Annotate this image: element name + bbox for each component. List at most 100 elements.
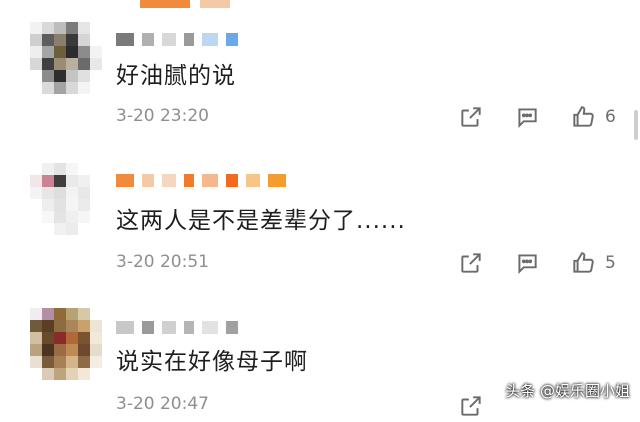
avatar-pixel [90,308,102,320]
username-block [202,320,218,334]
avatar-pixel [30,70,42,82]
avatar-pixel [54,22,66,34]
avatar-pixel [78,199,90,211]
avatar-pixel [30,46,42,58]
avatar-pixel [30,187,42,199]
avatar-pixel [66,320,78,332]
avatar-pixel [90,46,102,58]
avatar-pixel [54,34,66,46]
avatar-pixel [54,58,66,70]
comment-text: 说实在好像母子啊 [116,349,308,375]
like-count: 6 [605,107,616,127]
avatar-pixel [66,308,78,320]
avatar-pixel [66,46,78,58]
avatar-pixel [30,163,42,175]
avatar-pixel [78,46,90,58]
comment-icon[interactable] [511,247,543,279]
avatar-pixel [90,368,102,380]
avatar-pixel [90,163,102,175]
username-block [142,320,154,334]
avatar-pixel [30,368,42,380]
avatar-pixel [30,356,42,368]
avatar-pixel [42,58,54,70]
avatar-pixel [42,46,54,58]
avatar-pixel [78,34,90,46]
avatar-pixel [78,211,90,223]
avatar-pixel [66,175,78,187]
username-block [246,173,260,187]
avatar-pixel [90,58,102,70]
avatar[interactable] [30,22,102,94]
comment-actions: 6 [455,101,616,133]
avatar-pixel [54,344,66,356]
avatar[interactable] [30,308,102,380]
avatar-pixel [42,175,54,187]
avatar-pixel [42,368,54,380]
avatar-pixel [54,223,66,235]
username-block [226,32,238,46]
avatar-pixel [30,22,42,34]
avatar-pixel [78,82,90,94]
share-icon[interactable] [455,101,487,133]
share-icon[interactable] [455,247,487,279]
thumbs-up-icon[interactable] [567,247,599,279]
username-block [268,173,286,187]
avatar-pixel [90,82,102,94]
avatar-pixel [54,332,66,344]
avatar-pixel [66,22,78,34]
avatar-pixel [90,320,102,332]
avatar-pixel [90,223,102,235]
avatar-pixel [30,82,42,94]
avatar-pixel [54,199,66,211]
avatar-pixel [78,368,90,380]
username-block [162,173,176,187]
avatar-pixel [90,175,102,187]
username-block [202,32,218,46]
comment-icon[interactable] [511,101,543,133]
avatar-pixel [78,344,90,356]
avatar-pixel [42,344,54,356]
avatar-pixel [54,320,66,332]
username-blurred[interactable] [116,167,286,193]
username-blurred[interactable] [116,26,238,52]
avatar-pixel [42,223,54,235]
avatar-pixel [54,187,66,199]
avatar-pixel [90,187,102,199]
username-block [162,320,176,334]
thumbs-up-icon[interactable] [567,101,599,133]
avatar[interactable] [30,163,102,235]
avatar-pixel [30,320,42,332]
avatar-pixel [90,34,102,46]
avatar-pixel [66,187,78,199]
avatar-pixel [30,344,42,356]
avatar-pixel [90,211,102,223]
avatar-pixel [78,175,90,187]
avatar-pixel [54,175,66,187]
comment-item: 好油腻的说 3-20 23:20 6 [0,0,640,136]
avatar-pixel [42,211,54,223]
avatar-pixel [30,211,42,223]
avatar-pixel [42,187,54,199]
comment-item: 说实在好像母子啊 3-20 20:47 [0,286,640,422]
avatar-pixel [66,82,78,94]
avatar-pixel [42,199,54,211]
username-block [116,173,134,187]
avatar-pixel [66,344,78,356]
scrollbar[interactable] [634,110,638,140]
comment-time: 3-20 20:51 [116,252,209,272]
username-block [226,173,238,187]
avatar-pixel [42,356,54,368]
avatar-pixel [54,163,66,175]
avatar-pixel [42,332,54,344]
avatar-pixel [90,199,102,211]
avatar-pixel [54,356,66,368]
avatar-pixel [54,211,66,223]
avatar-pixel [30,332,42,344]
avatar-pixel [42,70,54,82]
avatar-pixel [54,46,66,58]
share-icon[interactable] [455,390,487,422]
avatar-pixel [90,70,102,82]
like-count: 5 [605,253,616,273]
username-block [116,32,134,46]
username-blurred[interactable] [116,314,238,340]
